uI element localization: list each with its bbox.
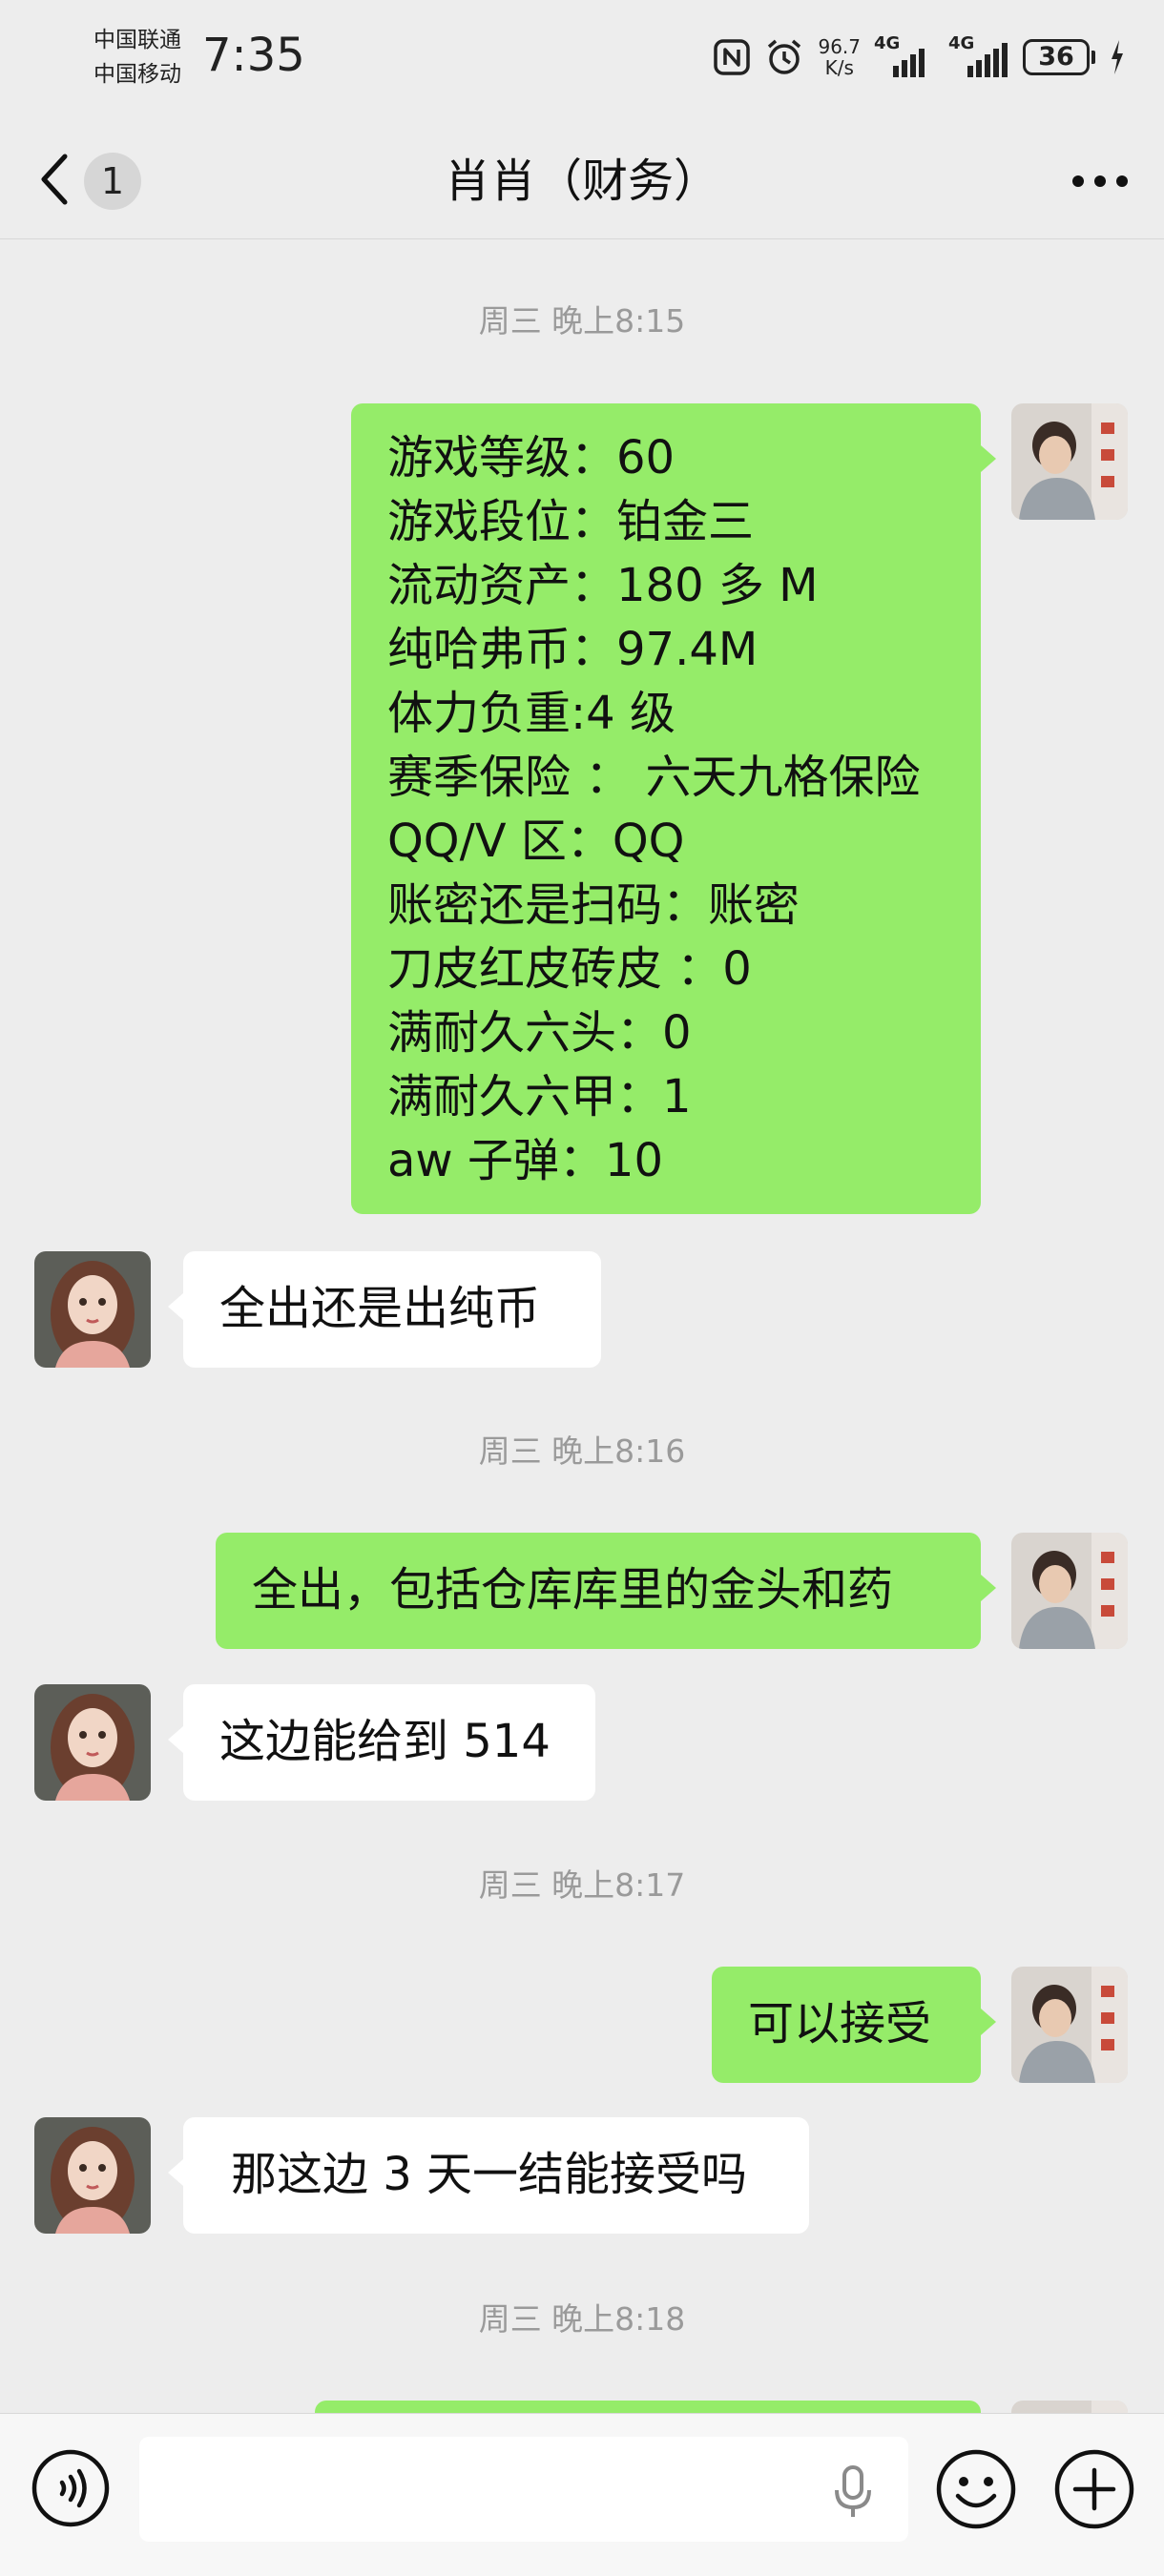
message-line: 全出，包括仓库库里的金头和药	[252, 1563, 894, 1617]
user-photo-icon	[1011, 1967, 1128, 2083]
contact-avatar[interactable]	[34, 1684, 151, 1801]
charging-icon	[1109, 38, 1126, 76]
battery-level: 36	[1023, 39, 1090, 75]
message-line: 游戏等级：60	[387, 431, 676, 484]
timestamp: 周三 晚上8:16	[478, 1432, 686, 1470]
message-line: 体力负重:4 级	[387, 687, 676, 740]
nfc-icon	[713, 38, 751, 76]
timestamp: 周三 晚上8:15	[478, 302, 686, 340]
message-line: 刀皮红皮砖皮 ：0	[387, 942, 752, 996]
message-line: 可以接受	[748, 1997, 932, 2050]
message-bubble-outgoing[interactable]: 全出，包括仓库库里的金头和药	[216, 1533, 996, 1649]
network-speed: 96.7 K/s	[818, 36, 861, 78]
emoji-icon	[936, 2449, 1016, 2529]
message-bubble-incoming[interactable]: 这边能给到 514	[168, 1684, 595, 1801]
more-functions-button[interactable]	[1053, 2448, 1135, 2530]
status-icons: 96.7 K/s 4G 4G 36	[713, 29, 1126, 86]
input-bar	[0, 2413, 1164, 2576]
user-photo-icon	[1011, 1533, 1128, 1649]
signal-icon-2: 4G	[948, 33, 1009, 81]
user-photo-icon	[1011, 403, 1128, 520]
message-line: 游戏段位：铂金三	[387, 495, 755, 548]
message-input[interactable]	[139, 2437, 908, 2542]
message-line: aw 子弹：10	[387, 1134, 664, 1187]
contact-photo-icon	[34, 1251, 151, 1368]
message-line: 这边能给到 514	[219, 1715, 551, 1768]
message-line: 全出还是出纯币	[219, 1282, 541, 1335]
contact-photo-icon	[34, 1684, 151, 1801]
my-avatar[interactable]	[1011, 2401, 1128, 2413]
my-avatar[interactable]	[1011, 1533, 1128, 1649]
speed-unit: K/s	[824, 56, 854, 79]
message-list[interactable]: 周三 晚上8:15 游戏等级：60 游戏段位：铂金三 流动资产：180 多 M …	[0, 238, 1164, 2413]
voice-toggle-button[interactable]	[31, 2448, 111, 2528]
carrier-2: 中国移动	[94, 62, 181, 87]
more-dots-icon	[1072, 175, 1128, 187]
message-bubble-outgoing[interactable]: 游戏等级：60 游戏段位：铂金三 流动资产：180 多 M 纯哈弗币：97.4M…	[351, 403, 996, 1214]
status-bar: 中国联通 中国移动 7:35 96.7 K/s 4G 4G 36	[0, 0, 1164, 114]
message-bubble-outgoing[interactable]: 可以接受	[712, 1967, 996, 2083]
carrier-1: 中国联通	[94, 28, 181, 52]
message-line: 纯哈弗币：97.4M	[387, 623, 759, 676]
battery-icon: 36	[1023, 39, 1095, 75]
user-photo-icon	[1011, 2401, 1128, 2413]
my-avatar[interactable]	[1011, 403, 1128, 520]
mic-icon[interactable]	[830, 2463, 876, 2521]
chat-title: 肖肖（财务）	[444, 155, 719, 208]
message-line: 赛季保险 ： 六天九格保险	[387, 751, 921, 804]
message-line: 账密还是扫码：账密	[387, 878, 800, 932]
message-line: 满耐久六头：0	[387, 1006, 692, 1060]
emoji-button[interactable]	[935, 2448, 1017, 2530]
carrier-info: 中国联通 中国移动	[94, 23, 181, 92]
speed-value: 96.7	[818, 35, 861, 58]
message-bubble-incoming[interactable]: 那这边 3 天一结能接受吗	[168, 2117, 809, 2234]
contact-avatar[interactable]	[34, 2117, 151, 2234]
status-time: 7:35	[202, 29, 305, 82]
message-line: 流动资产：180 多 M	[387, 559, 819, 612]
signal-icon-1: 4G	[874, 33, 935, 81]
contact-photo-icon	[34, 2117, 151, 2234]
my-avatar[interactable]	[1011, 1967, 1128, 2083]
message-bubble-outgoing[interactable]	[315, 2401, 981, 2413]
voice-icon	[31, 2449, 110, 2527]
chat-header: 1 肖肖（财务）	[0, 124, 1164, 239]
more-options-button[interactable]	[1065, 158, 1135, 204]
alarm-icon	[764, 37, 804, 77]
message-line: 那这边 3 天一结能接受吗	[231, 2148, 748, 2201]
message-line: QQ/V 区：QQ	[387, 814, 685, 868]
timestamp: 周三 晚上8:18	[478, 2300, 686, 2338]
plus-icon	[1054, 2449, 1134, 2529]
timestamp: 周三 晚上8:17	[478, 1866, 686, 1904]
message-line: 满耐久六甲：1	[387, 1070, 692, 1123]
contact-avatar[interactable]	[34, 1251, 151, 1368]
message-bubble-incoming[interactable]: 全出还是出纯币	[168, 1251, 601, 1368]
